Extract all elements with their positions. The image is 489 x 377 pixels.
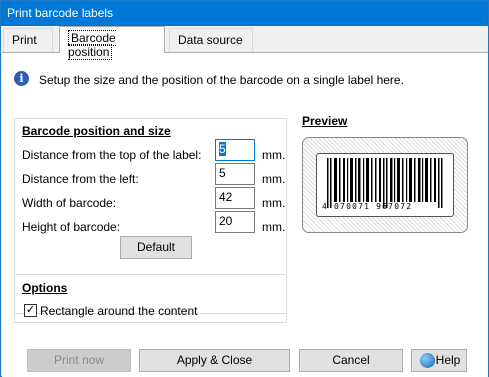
- default-button[interactable]: Default: [120, 236, 192, 259]
- preview-title: Preview: [302, 114, 348, 128]
- tab-strip: Print Barcode position Data source: [1, 26, 488, 60]
- left-distance-value: 5: [219, 166, 226, 180]
- top-distance-value: 5: [219, 142, 226, 156]
- tab-content-panel: i Setup the size and the position of the…: [2, 52, 488, 377]
- left-distance-input[interactable]: 5: [215, 163, 255, 185]
- tab-barcode-position-label: Barcode position: [68, 30, 116, 60]
- top-distance-label: Distance from the top of the label:: [22, 148, 202, 162]
- left-distance-label: Distance from the left:: [22, 172, 139, 186]
- barcode-preview: 4 070071 967072: [302, 137, 468, 233]
- tab-print[interactable]: Print: [3, 28, 53, 52]
- barcode-position-group-title: Barcode position and size: [22, 124, 171, 138]
- barcode-width-input[interactable]: 42: [215, 187, 255, 209]
- rectangle-checkbox[interactable]: ✓: [24, 304, 37, 317]
- top-distance-input[interactable]: 5: [215, 139, 255, 161]
- barcode-image: 4 070071 967072: [316, 153, 454, 217]
- options-group-title: Options: [22, 281, 68, 295]
- tab-print-label: Print: [12, 33, 37, 47]
- print-now-button[interactable]: Print now: [27, 349, 131, 372]
- apply-close-button[interactable]: Apply & Close: [139, 349, 290, 372]
- top-distance-unit: mm.: [262, 148, 286, 162]
- tab-data-source[interactable]: Data source: [169, 28, 253, 52]
- barcode-digits: 4 070071 967072: [322, 202, 413, 211]
- barcode-height-input[interactable]: 20: [215, 211, 255, 233]
- window-title: Print barcode labels: [1, 1, 488, 26]
- barcode-width-value: 42: [219, 190, 233, 204]
- barcode-width-label: Width of barcode:: [22, 196, 117, 210]
- rectangle-checkbox-label[interactable]: Rectangle around the content: [40, 304, 197, 318]
- cancel-button[interactable]: Cancel: [299, 349, 403, 372]
- barcode-width-unit: mm.: [262, 196, 286, 210]
- tab-data-source-label: Data source: [178, 33, 243, 47]
- help-button[interactable]: Help: [411, 349, 467, 372]
- options-group: Options ✓ Rectangle around the content: [14, 274, 287, 323]
- barcode-height-unit: mm.: [262, 220, 286, 234]
- barcode-height-value: 20: [219, 214, 233, 228]
- help-globe-icon: [420, 353, 435, 368]
- barcode-height-label: Height of barcode:: [22, 220, 121, 234]
- help-button-label: Help: [435, 353, 461, 367]
- info-icon: i: [14, 71, 29, 86]
- info-text: Setup the size and the position of the b…: [39, 73, 404, 87]
- left-distance-unit: mm.: [262, 172, 286, 186]
- print-barcode-dialog: Print barcode labels Print Barcode posit…: [0, 0, 489, 377]
- tab-barcode-position[interactable]: Barcode position: [59, 26, 165, 60]
